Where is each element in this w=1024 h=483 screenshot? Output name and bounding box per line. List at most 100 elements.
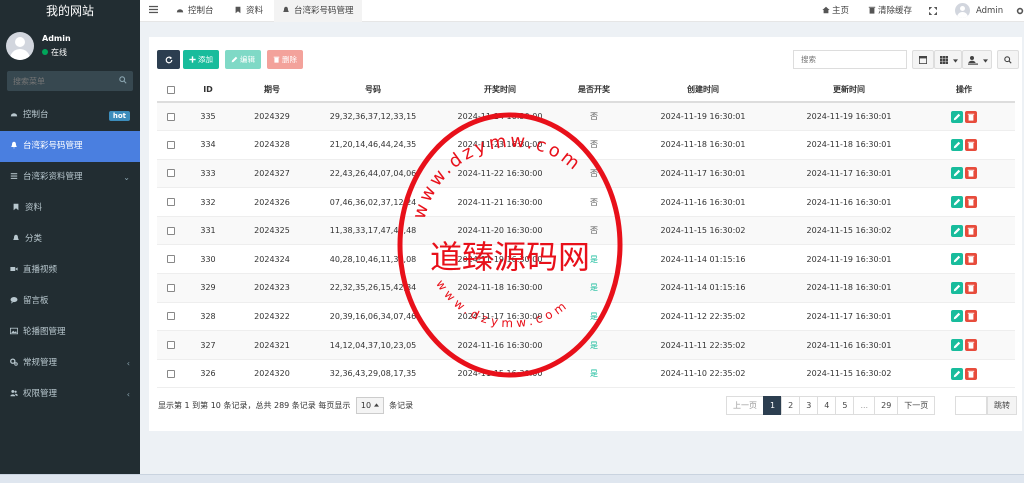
row-edit-button[interactable]: [951, 196, 963, 209]
tab-number-management[interactable]: 台湾彩号码管理: [274, 0, 362, 22]
row-checkbox[interactable]: [167, 112, 175, 121]
jump-page-input[interactable]: [955, 396, 987, 415]
row-delete-button[interactable]: [965, 281, 977, 294]
site-title[interactable]: 我的网站: [0, 0, 140, 22]
select-all-checkbox[interactable]: [167, 85, 175, 94]
page-button[interactable]: 29: [874, 396, 899, 415]
row-delete-button[interactable]: [965, 310, 977, 323]
row-edit-button[interactable]: [951, 110, 963, 123]
page-button[interactable]: 3: [799, 396, 819, 415]
row-delete-button[interactable]: [965, 367, 977, 380]
user-avatar[interactable]: [955, 3, 970, 18]
table-row[interactable]: 335 2024329 29,32,36,37,12,33,15 2024-11-24…: [157, 102, 1015, 132]
row-delete-button[interactable]: [965, 339, 977, 352]
tab-materials[interactable]: 资料: [226, 0, 271, 22]
row-edit-button[interactable]: [951, 138, 963, 151]
edit-button[interactable]: 编辑: [225, 50, 261, 69]
cell-draw-time: 2024-11-22 16:30:00: [433, 159, 567, 189]
table-row[interactable]: 329 2024323 22,32,35,26,15,42,34 2024-11-18…: [157, 273, 1015, 303]
jump-button[interactable]: 跳转: [987, 396, 1017, 415]
table-row[interactable]: 328 2024322 20,39,16,06,34,07,46 2024-11-17…: [157, 302, 1015, 332]
row-delete-button[interactable]: [965, 253, 977, 266]
export-dropdown-button[interactable]: [962, 50, 992, 69]
pencil-icon: [953, 227, 961, 234]
menu-search-input[interactable]: [7, 71, 133, 91]
sidebar-item-live-video[interactable]: 直播视频: [0, 255, 140, 286]
search-toggle-button[interactable]: [997, 50, 1019, 69]
row-checkbox[interactable]: [167, 255, 175, 264]
clear-cache-button[interactable]: 清除缓存: [868, 0, 912, 22]
page-button[interactable]: 4: [817, 396, 837, 415]
cell-updated: 2024-11-18 16:30:01: [785, 130, 913, 160]
row-checkbox[interactable]: [167, 140, 175, 149]
sidebar-item-dashboard[interactable]: 控制台 hot: [0, 100, 140, 131]
delete-button[interactable]: 删除: [267, 50, 303, 69]
page-size-select[interactable]: 10: [355, 397, 384, 414]
row-edit-button[interactable]: [951, 339, 963, 352]
menu-toggle-icon[interactable]: [149, 5, 158, 14]
column-header-id[interactable]: ID: [185, 78, 231, 103]
column-header-draw-time[interactable]: 开奖时间: [433, 78, 567, 103]
toggle-view-button[interactable]: [912, 50, 934, 69]
column-header-drawn[interactable]: 是否开奖: [567, 78, 621, 103]
row-edit-button[interactable]: [951, 253, 963, 266]
table-search-input[interactable]: [793, 50, 907, 69]
sidebar-item-materials[interactable]: 资料: [0, 193, 140, 224]
list-icon: [10, 173, 18, 179]
tab-dashboard[interactable]: 控制台: [168, 0, 222, 22]
cell-created: 2024-11-16 16:30:01: [621, 187, 785, 217]
row-checkbox[interactable]: [167, 198, 175, 207]
prev-page-button[interactable]: 上一页: [726, 396, 764, 415]
pagination-info: 显示第 1 到第 10 条记录，总共 289 条记录 每页显示 10 条记录: [158, 396, 413, 415]
sidebar-item-permission-management[interactable]: 权限管理 ‹: [0, 379, 140, 410]
row-edit-button[interactable]: [951, 224, 963, 237]
row-edit-button[interactable]: [951, 367, 963, 380]
table-row[interactable]: 330 2024324 40,28,10,46,11,34,08 2024-11-19…: [157, 244, 1015, 275]
row-delete-button[interactable]: [965, 167, 977, 180]
column-header-period[interactable]: 期号: [231, 78, 313, 103]
row-edit-button[interactable]: [951, 167, 963, 180]
page-button[interactable]: 5: [835, 396, 855, 415]
sidebar-item-message-board[interactable]: 留言板: [0, 286, 140, 317]
search-icon[interactable]: [119, 76, 127, 84]
columns-dropdown-button[interactable]: [934, 50, 962, 69]
row-delete-button[interactable]: [965, 138, 977, 151]
sidebar-item-general-management[interactable]: 常规管理 ‹: [0, 348, 140, 379]
column-header-updated[interactable]: 更新时间: [785, 78, 913, 103]
row-checkbox[interactable]: [167, 369, 175, 378]
row-delete-button[interactable]: [965, 224, 977, 237]
cell-period: 2024321: [231, 330, 313, 360]
bell-icon: [283, 6, 289, 12]
column-header-created[interactable]: 创建时间: [621, 78, 785, 103]
sidebar-item-category[interactable]: 分类: [0, 224, 140, 255]
table-row[interactable]: 326 2024320 32,36,43,29,08,17,35 2024-11-15…: [157, 359, 1015, 389]
admin-menu[interactable]: Admin: [976, 0, 1003, 22]
row-checkbox[interactable]: [167, 283, 175, 292]
row-checkbox[interactable]: [167, 226, 175, 235]
table-row[interactable]: 327 2024321 14,12,04,37,10,23,05 2024-11-16…: [157, 330, 1015, 360]
row-delete-button[interactable]: [965, 110, 977, 123]
row-checkbox[interactable]: [167, 169, 175, 178]
refresh-button[interactable]: [157, 50, 180, 69]
home-link[interactable]: 主页: [822, 0, 849, 22]
row-edit-button[interactable]: [951, 281, 963, 294]
next-page-button[interactable]: 下一页: [897, 396, 936, 415]
sidebar-item-number-management[interactable]: 台湾彩号码管理: [0, 131, 140, 162]
gear-icon[interactable]: [1016, 7, 1024, 15]
page-button[interactable]: 1: [763, 396, 783, 415]
row-edit-button[interactable]: [951, 310, 963, 323]
sidebar-item-data-management[interactable]: 台湾彩资料管理 ⌄: [0, 162, 140, 193]
comment-icon: [10, 297, 18, 304]
table-row[interactable]: 332 2024326 07,46,36,02,37,12,24 2024-11-21…: [157, 187, 1015, 217]
page-button[interactable]: 2: [781, 396, 801, 415]
row-delete-button[interactable]: [965, 196, 977, 209]
row-checkbox[interactable]: [167, 341, 175, 350]
column-header-numbers[interactable]: 号码: [313, 78, 433, 103]
fullscreen-icon[interactable]: [929, 7, 937, 15]
table-row[interactable]: 334 2024328 21,20,14,46,44,24,35 2024-11-23…: [157, 130, 1015, 160]
row-checkbox[interactable]: [167, 312, 175, 321]
table-row[interactable]: 333 2024327 22,43,26,44,07,04,06 2024-11-22…: [157, 159, 1015, 189]
add-button[interactable]: 添加: [183, 50, 219, 69]
sidebar-item-carousel[interactable]: 轮播图管理: [0, 317, 140, 348]
table-row[interactable]: 331 2024325 11,38,33,17,47,41,48 2024-11-20…: [157, 216, 1015, 246]
